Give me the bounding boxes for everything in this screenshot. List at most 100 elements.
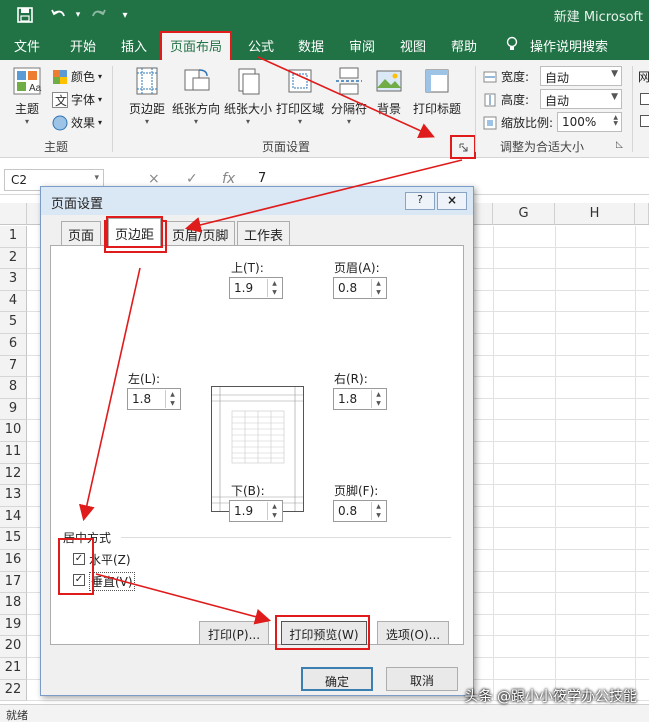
row-header[interactable]: 8 — [0, 377, 27, 399]
cancel-icon[interactable]: × — [148, 171, 160, 187]
scale-dialog-launcher[interactable]: ◺ — [616, 140, 623, 150]
row-header[interactable]: 15 — [0, 528, 27, 550]
tab-page-layout[interactable]: 页面布局 — [159, 31, 233, 62]
tab-page[interactable]: 页面 — [61, 221, 102, 245]
tab-help[interactable]: 帮助 — [451, 36, 477, 55]
margins-icon — [132, 66, 162, 96]
colors-button[interactable]: 颜色 ▾ — [52, 68, 102, 85]
row-header[interactable]: 2 — [0, 247, 27, 270]
height-select[interactable]: 自动 ▼ — [540, 89, 622, 109]
spinner-icon[interactable]: ▲ ▼ — [267, 502, 281, 520]
save-icon[interactable] — [14, 4, 36, 26]
row-header[interactable]: 14 — [0, 506, 27, 529]
undo-icon[interactable] — [46, 4, 72, 26]
header-margin-label: 页眉(A): — [334, 261, 380, 275]
margins-button[interactable]: 页边距 ▾ — [126, 66, 168, 126]
bottom-margin-input[interactable]: 1.9 ▲ ▼ — [229, 500, 283, 522]
row-header[interactable]: 5 — [0, 312, 27, 334]
formula-input[interactable]: 7 — [258, 171, 266, 186]
scale-input[interactable]: 100% ▲ ▼ — [557, 112, 622, 132]
row-header[interactable]: 9 — [0, 398, 27, 421]
page-breaks-icon — [334, 66, 364, 96]
tab-view[interactable]: 视图 — [400, 36, 426, 55]
fonts-button[interactable]: 文 字体 ▾ — [52, 91, 102, 108]
group-label-themes: 主题 — [44, 140, 69, 154]
redo-icon[interactable] — [86, 4, 110, 26]
row-header[interactable]: 1 — [0, 226, 27, 248]
row-header[interactable]: 6 — [0, 334, 27, 356]
page-setup-dialog-launcher[interactable] — [450, 135, 476, 159]
breaks-button[interactable]: 分隔符 ▾ — [328, 66, 370, 126]
spinner-icon[interactable]: ▲ ▼ — [371, 502, 385, 520]
tab-file[interactable]: 文件 — [14, 36, 40, 55]
top-margin-input[interactable]: 1.9 ▲ ▼ — [229, 277, 283, 299]
row-header[interactable]: 18 — [0, 593, 27, 615]
spinner-icon[interactable]: ▲ ▼ — [371, 390, 385, 408]
tab-margins[interactable]: 页边距 — [105, 216, 164, 248]
header-margin-input[interactable]: 0.8 ▲ ▼ — [333, 277, 387, 299]
tab-sheet[interactable]: 工作表 — [237, 221, 291, 245]
height-label: 高度: — [482, 91, 529, 108]
print-button[interactable]: 打印(P)... — [199, 621, 269, 645]
row-header[interactable]: 20 — [0, 636, 27, 658]
dialog-title: 页面设置 — [51, 197, 104, 212]
column-header-g[interactable]: G — [493, 203, 555, 225]
tab-home[interactable]: 开始 — [70, 36, 96, 55]
row-header[interactable]: 22 — [0, 679, 27, 702]
row-header[interactable]: 17 — [0, 571, 27, 594]
sheet-option-checkbox[interactable] — [640, 93, 649, 105]
background-image-icon — [374, 66, 404, 96]
ok-button[interactable]: 确定 — [301, 667, 373, 691]
orientation-button[interactable]: 纸张方向 ▾ — [170, 66, 222, 126]
cancel-button[interactable]: 取消 — [386, 667, 458, 691]
themes-button[interactable]: Aa 主题 ▾ — [8, 66, 46, 126]
row-header[interactable]: 11 — [0, 442, 27, 464]
title-bar: ▾ ▾ 新建 Microsoft — [0, 0, 649, 30]
customize-qat-icon[interactable]: ▾ — [118, 4, 132, 26]
spinner-icon[interactable]: ▲ ▼ — [267, 279, 281, 297]
tell-me-search[interactable]: 操作说明搜索 — [530, 36, 608, 55]
print-titles-button[interactable]: 打印标题 — [410, 66, 464, 117]
left-margin-input[interactable]: 1.8 ▲ ▼ — [127, 388, 181, 410]
spinner-icon[interactable]: ▲ ▼ — [371, 279, 385, 297]
size-button[interactable]: 纸张大小 ▾ — [222, 66, 274, 126]
background-button[interactable]: 背景 — [372, 66, 406, 117]
row-header[interactable]: 4 — [0, 290, 27, 313]
row-header[interactable]: 16 — [0, 550, 27, 572]
row-header[interactable]: 21 — [0, 658, 27, 680]
gridline — [555, 226, 556, 702]
spinner-icon[interactable]: ▲ ▼ — [165, 390, 179, 408]
select-all-corner[interactable] — [0, 203, 27, 225]
footer-margin-input[interactable]: 0.8 ▲ ▼ — [333, 500, 387, 522]
close-button[interactable]: × — [437, 192, 467, 210]
sheet-option-checkbox[interactable] — [640, 115, 649, 127]
left-margin-label: 左(L): — [128, 372, 161, 386]
height-icon — [482, 92, 498, 108]
row-header[interactable]: 3 — [0, 269, 27, 291]
row-header[interactable]: 13 — [0, 485, 27, 507]
tab-formulas[interactable]: 公式 — [248, 36, 274, 55]
print-area-button[interactable]: 打印区域 ▾ — [274, 66, 326, 126]
row-header[interactable]: 19 — [0, 614, 27, 637]
help-button[interactable]: ? — [405, 192, 435, 210]
effects-button[interactable]: 效果 ▾ — [52, 114, 102, 131]
scale-label: 缩放比例: — [482, 114, 553, 131]
right-margin-input[interactable]: 1.8 ▲ ▼ — [333, 388, 387, 410]
undo-dropdown-icon[interactable]: ▾ — [72, 4, 84, 26]
ribbon-body: Aa 主题 ▾ 颜色 ▾ 文 字体 ▾ 效果 ▾ 主题 页边距 ▾ 纸张方向 ▾ 纸张… — [0, 60, 649, 159]
options-button[interactable]: 选项(O)... — [377, 621, 449, 645]
enter-icon[interactable]: ✓ — [186, 171, 198, 187]
column-header[interactable] — [635, 203, 649, 225]
tab-insert[interactable]: 插入 — [121, 36, 147, 55]
insert-function-icon[interactable]: fx — [222, 171, 235, 187]
section-divider — [121, 537, 451, 538]
row-header[interactable]: 12 — [0, 463, 27, 486]
tab-data[interactable]: 数据 — [298, 36, 324, 55]
tab-header-footer[interactable]: 页眉/页脚 — [165, 221, 236, 245]
width-select[interactable]: 自动 ▼ — [540, 66, 622, 86]
row-header[interactable]: 10 — [0, 420, 27, 442]
tab-review[interactable]: 审阅 — [349, 36, 375, 55]
column-header-h[interactable]: H — [555, 203, 635, 225]
orientation-icon — [181, 66, 211, 96]
row-header[interactable]: 7 — [0, 355, 27, 378]
